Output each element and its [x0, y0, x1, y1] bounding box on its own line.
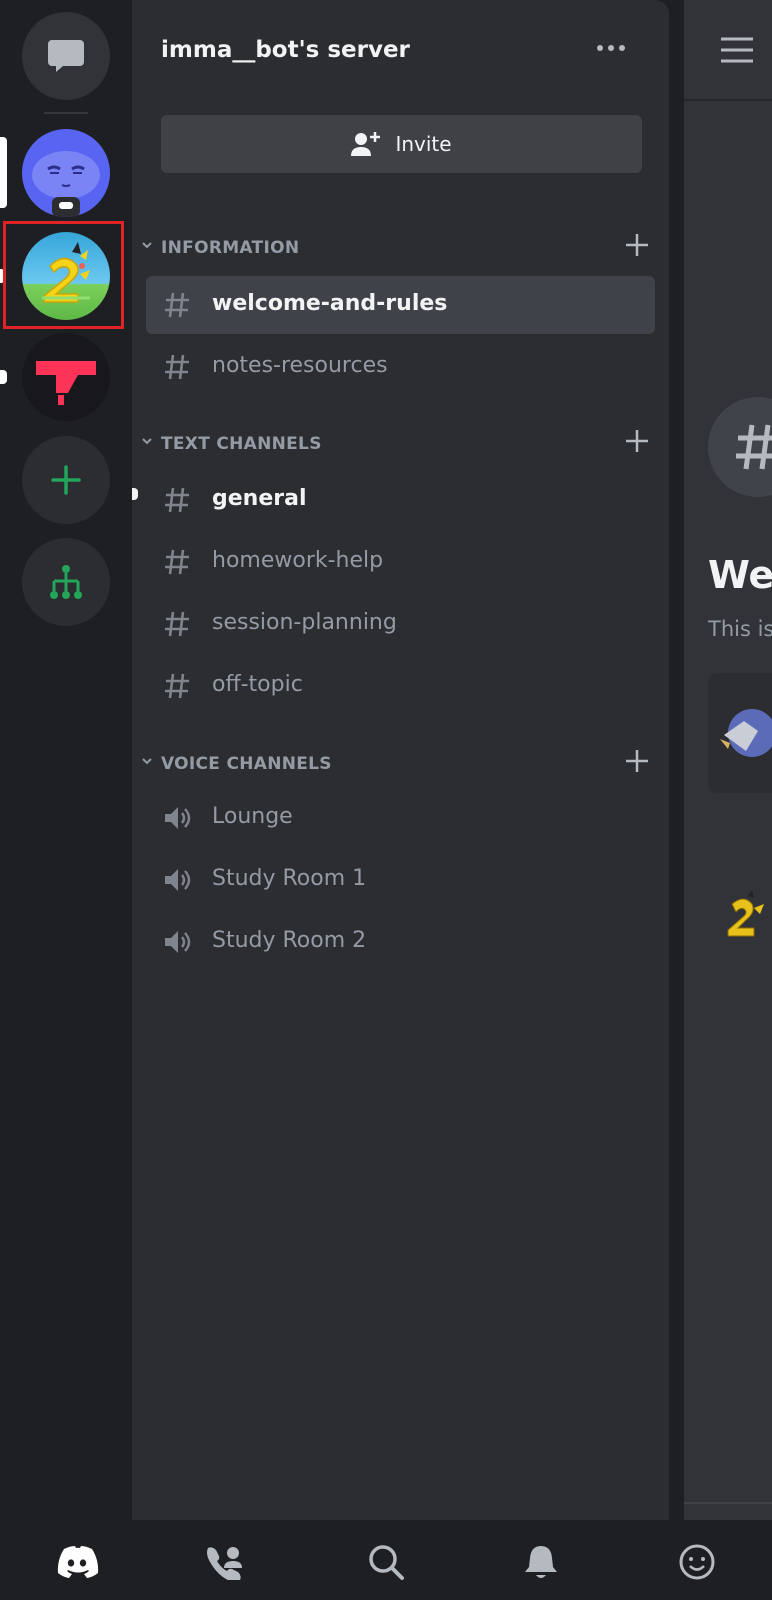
- discord-home-icon: [57, 1546, 99, 1578]
- active-server-indicator: [0, 137, 7, 208]
- nav-profile[interactable]: [675, 1542, 719, 1582]
- profile-smiley-icon: [679, 1544, 715, 1580]
- category-voice-channels[interactable]: VOICE CHANNELS: [140, 750, 655, 780]
- more-dots-icon: [608, 45, 614, 51]
- nav-friends[interactable]: [204, 1542, 248, 1582]
- category-text-channels[interactable]: TEXT CHANNELS: [140, 430, 655, 460]
- channel-name: Study Room 1: [212, 866, 367, 891]
- text-channel-hash-icon: [165, 487, 189, 513]
- category-information[interactable]: INFORMATION: [140, 234, 655, 264]
- add-channel-icon[interactable]: [624, 748, 650, 774]
- add-server-button[interactable]: [22, 436, 110, 524]
- voice-channel-lounge[interactable]: Lounge: [146, 789, 655, 847]
- text-channel-hash-icon: [165, 292, 189, 318]
- speaker-icon: [165, 869, 191, 891]
- channel-name: Study Room 2: [212, 928, 367, 953]
- text-channel-hash-icon: [165, 611, 189, 637]
- voice-channel-study-room-1[interactable]: Study Room 1: [146, 851, 655, 909]
- text-channel-hash-icon: [165, 549, 189, 575]
- channel-session-planning[interactable]: session-planning: [146, 595, 655, 653]
- category-label: TEXT CHANNELS: [161, 434, 322, 454]
- rail-divider: [44, 112, 88, 114]
- add-channel-icon[interactable]: [624, 232, 650, 258]
- invite-label: Invite: [395, 132, 452, 156]
- category-label: INFORMATION: [161, 238, 300, 258]
- channel-general[interactable]: general: [146, 471, 655, 529]
- nav-notifications[interactable]: [519, 1542, 563, 1582]
- nav-search[interactable]: [364, 1542, 408, 1582]
- server-icon-red-t[interactable]: [22, 333, 110, 421]
- server-icon-discord-bot[interactable]: [22, 129, 110, 217]
- unread-server-indicator: [0, 370, 7, 384]
- add-channel-icon[interactable]: [624, 428, 650, 454]
- user-avatar: [720, 709, 772, 757]
- channel-notes-resources[interactable]: notes-resources: [146, 338, 655, 396]
- channel-name: notes-resources: [212, 353, 388, 378]
- chat-header: [684, 0, 772, 101]
- friends-icon: [207, 1547, 242, 1580]
- more-dots-icon: [597, 45, 603, 51]
- channel-off-topic[interactable]: off-topic: [146, 657, 655, 715]
- pikachu-emoji: [727, 890, 764, 937]
- channel-name: session-planning: [212, 610, 397, 635]
- discord-bot-avatar: [32, 151, 100, 217]
- server-title[interactable]: imma__bot's server: [161, 37, 410, 63]
- chevron-down-icon: [142, 758, 152, 765]
- channel-name: welcome-and-rules: [212, 291, 448, 316]
- text-channel-hash-icon: [165, 354, 189, 380]
- invite-button[interactable]: Invite: [161, 115, 642, 173]
- channel-name: general: [212, 486, 307, 511]
- hamburger-menu-icon[interactable]: [720, 36, 754, 64]
- channel-name: off-topic: [212, 672, 303, 697]
- bottom-navigation: [0, 1520, 772, 1600]
- red-t-server-icon: [36, 361, 96, 405]
- channel-name: Lounge: [212, 804, 293, 829]
- voice-channel-study-room-2[interactable]: Study Room 2: [146, 913, 655, 971]
- direct-messages-button[interactable]: [22, 12, 110, 100]
- server-rail: [0, 0, 132, 1520]
- speaker-icon: [165, 807, 191, 829]
- divider: [684, 1502, 772, 1504]
- add-user-icon: [351, 132, 381, 156]
- large-hash-icon: [736, 424, 772, 470]
- explore-servers-icon: [50, 565, 82, 599]
- category-label: VOICE CHANNELS: [161, 754, 332, 774]
- direct-messages-icon: [48, 40, 84, 72]
- chevron-down-icon: [142, 242, 152, 249]
- unread-channel-indicator: [132, 488, 138, 500]
- channel-homework-help[interactable]: homework-help: [146, 533, 655, 591]
- channel-hash-badge: [708, 397, 772, 497]
- text-channel-hash-icon: [165, 673, 189, 699]
- notifications-bell-icon: [525, 1546, 557, 1578]
- server-options-button[interactable]: [591, 36, 631, 60]
- speaker-icon: [165, 931, 191, 953]
- search-icon: [369, 1545, 404, 1580]
- explore-servers-button[interactable]: [22, 538, 110, 626]
- more-dots-icon: [619, 45, 625, 51]
- channel-welcome-and-rules[interactable]: welcome-and-rules: [146, 276, 655, 334]
- channel-description: This is: [708, 617, 772, 641]
- channel-panel: imma__bot's server Invite INFORMATION we…: [132, 0, 669, 1520]
- highlight-annotation-box: [3, 221, 124, 329]
- nav-home[interactable]: [55, 1542, 99, 1582]
- add-server-icon: [51, 465, 81, 495]
- channel-name: homework-help: [212, 548, 384, 573]
- chevron-down-icon: [142, 438, 152, 445]
- chat-view-peek[interactable]: Wel This is: [684, 0, 772, 1520]
- welcome-heading: Wel: [708, 553, 772, 597]
